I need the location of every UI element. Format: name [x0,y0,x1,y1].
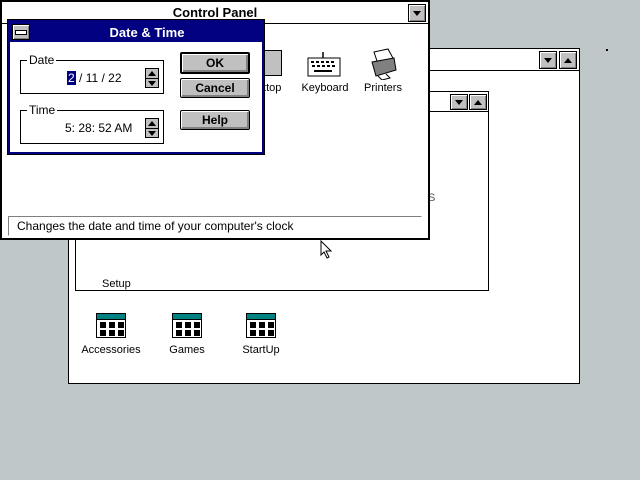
chevron-down-icon [413,10,421,16]
program-group-icon [246,313,276,338]
date-spin-down[interactable] [146,79,158,88]
keyboard-icon [307,52,341,77]
group-label: Games [169,344,205,356]
date-time-title: Date & Time [109,25,185,40]
control-panel-minimize-button[interactable] [408,4,426,22]
group-label: StartUp [242,344,280,356]
chevron-down-icon [455,99,463,105]
chevron-down-icon [544,57,552,63]
system-menu-icon [15,29,27,35]
control-panel-title: Control Panel [172,5,258,20]
date-rest: / 11 / 22 [75,71,122,85]
control-panel-status-bar: Changes the date and time of your comput… [8,216,422,236]
date-spin-up[interactable] [146,69,158,79]
group-icon-games[interactable]: Games [155,311,219,359]
chevron-up-icon [148,121,156,126]
chevron-up-icon [564,57,572,63]
group-icon-accessories[interactable]: Accessories [79,311,143,359]
ok-button[interactable]: OK [180,52,250,74]
chevron-up-icon [474,99,482,105]
mouse-cursor-icon [320,240,333,259]
date-group-label: Date [27,53,57,67]
program-manager-minimize-button[interactable] [606,49,608,51]
group-label: Accessories [81,344,141,356]
program-group-icon [96,313,126,338]
chevron-down-icon [148,131,156,136]
cp-icon-label: Printers [364,82,402,94]
date-spinner[interactable] [145,68,159,88]
time-spin-down[interactable] [146,129,158,138]
cancel-button[interactable]: Cancel [180,78,250,98]
cp-icon-printers[interactable]: Printers [358,48,408,96]
group-icon-startup[interactable]: StartUp [229,311,293,359]
cp-icon-keyboard[interactable]: Keyboard [298,48,352,96]
chevron-up-icon [148,71,156,76]
main-group-minimize-button[interactable] [450,94,468,110]
chevron-down-icon [148,81,156,86]
maximize-button[interactable] [559,51,577,69]
status-text: Changes the date and time of your comput… [17,219,294,233]
time-spin-up[interactable] [146,119,158,129]
cp-icon-label: Keyboard [301,82,349,94]
time-field[interactable]: 5: 28: 52 AM [65,119,145,137]
system-menu-button[interactable] [12,24,30,40]
desktop-icon [262,50,282,76]
time-group-label: Time [27,103,58,117]
program-group-icon [172,313,202,338]
date-month-selected[interactable]: 2 [67,71,76,85]
main-group-maximize-button[interactable] [469,94,487,110]
setup-icon-label[interactable]: Setup [102,278,142,290]
help-button[interactable]: Help [180,110,250,130]
time-group: Time 5: 28: 52 AM [20,103,164,144]
printer-icon [371,48,397,80]
minimize-button[interactable] [539,51,557,69]
date-time-titlebar[interactable]: Date & Time [10,22,262,42]
date-time-dialog: Date & Time Date 2 / 11 / 22 Time 5: 28:… [8,20,264,154]
date-field[interactable]: 2 / 11 / 22 [67,69,145,87]
date-group: Date 2 / 11 / 22 [20,53,164,94]
time-spinner[interactable] [145,118,159,138]
